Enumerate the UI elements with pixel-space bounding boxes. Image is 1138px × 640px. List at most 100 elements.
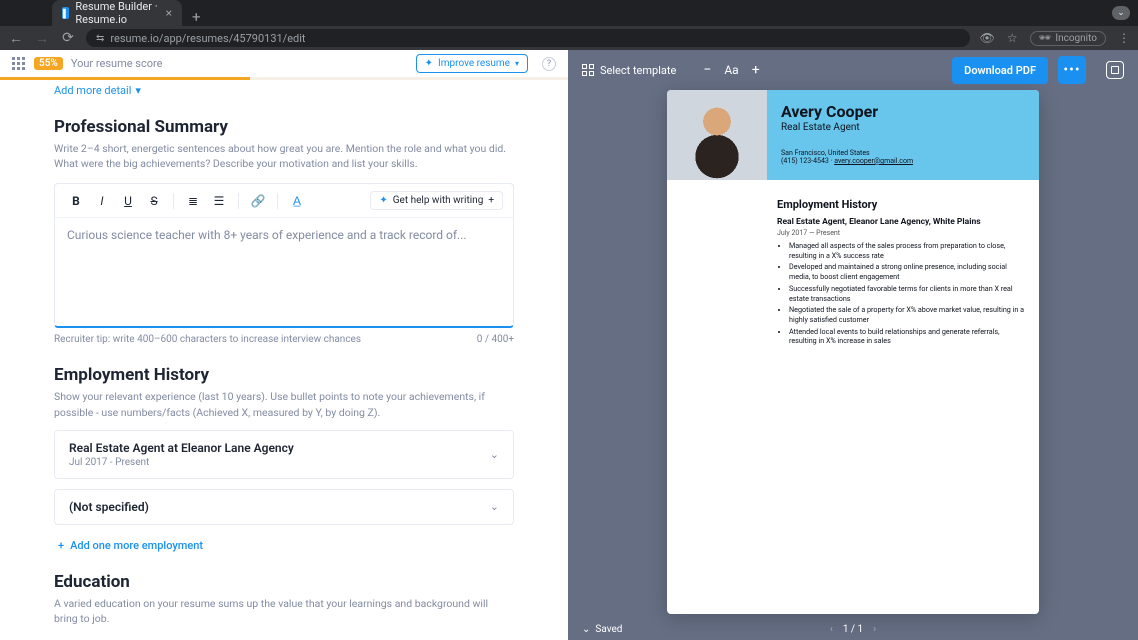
close-tab-icon[interactable]: × [166, 6, 172, 20]
resume-name: Avery Cooper [781, 102, 1025, 121]
score-text: Your resume score [71, 57, 163, 70]
eye-off-icon[interactable]: 👁 [980, 31, 995, 45]
ai-label: Get help with writing [393, 195, 484, 206]
add-employment-label: Add one more employment [70, 539, 203, 552]
chevron-down-icon: ▾ [135, 84, 141, 97]
separator [173, 193, 174, 209]
site-info-icon[interactable]: ⇆ [96, 33, 104, 44]
browser-tab[interactable]: ▌ Resume Builder · Resume.io × [52, 0, 182, 26]
add-more-detail-link[interactable]: Add more detail ▾ [54, 84, 514, 97]
prev-page-button[interactable]: ‹ [830, 624, 833, 635]
zoom-controls: − Aa + [700, 62, 762, 78]
chevron-down-icon: ▾ [515, 59, 519, 68]
resume-bullet: Attended local events to build relations… [789, 327, 1025, 346]
zoom-in-button[interactable]: + [749, 62, 763, 78]
improve-label: Improve resume [438, 58, 510, 69]
separator [238, 193, 239, 209]
incognito-badge[interactable]: 🕶 Incognito [1030, 31, 1106, 46]
forward-button[interactable]: → [34, 30, 50, 47]
new-tab-button[interactable]: + [182, 8, 211, 26]
url-text: resume.io/app/resumes/45790131/edit [110, 32, 305, 45]
underline-button[interactable]: U [117, 190, 139, 212]
employment-item[interactable]: (Not specified) ⌄ [54, 489, 514, 525]
more-options-button[interactable]: ••• [1058, 56, 1086, 84]
chevron-down-icon: ⌄ [490, 500, 499, 513]
incognito-label: Incognito [1055, 33, 1097, 44]
next-page-button[interactable]: › [873, 624, 876, 635]
resume-page: Avery Cooper Real Estate Agent San Franc… [667, 90, 1039, 614]
window-expand-icon[interactable]: ⌄ [1112, 6, 1130, 20]
apps-icon[interactable] [12, 57, 26, 71]
browser-chrome: ⌄ ▌ Resume Builder · Resume.io × + ← → ⟳… [0, 0, 1138, 50]
separator [277, 193, 278, 209]
bookmark-icon[interactable]: ☆ [1007, 31, 1018, 45]
resume-photo [667, 90, 767, 180]
add-employment-button[interactable]: + Add one more employment [54, 539, 514, 552]
reload-button[interactable]: ⟳ [60, 30, 76, 46]
resume-section-title: Employment History [777, 198, 1025, 211]
strike-button[interactable]: S [143, 190, 165, 212]
resume-email: avery.cooper@gmail.com [834, 157, 913, 165]
style-button[interactable]: A̲ [286, 190, 308, 212]
page-indicator: 1 / 1 [843, 624, 863, 635]
education-description: A varied education on your resume sums u… [54, 596, 514, 626]
resume-bullet: Successfully negotiated favorable terms … [789, 284, 1025, 303]
resume-bullet: Managed all aspects of the sales process… [789, 241, 1025, 260]
select-template-label: Select template [600, 64, 676, 77]
editor-toolbar: B I U S ≣ ☰ 🔗 A̲ ✦ Get help with writing… [55, 184, 513, 218]
back-button[interactable]: ← [8, 30, 24, 47]
bold-button[interactable]: B [65, 190, 87, 212]
saved-indicator[interactable]: ⌄ Saved [582, 624, 622, 635]
add-detail-label: Add more detail [54, 84, 131, 97]
employment-item-title: (Not specified) [69, 500, 149, 514]
resume-bullet: Developed and maintained a strong online… [789, 262, 1025, 281]
employment-item-dates: Jul 2017 - Present [69, 457, 294, 468]
font-size-icon: Aa [724, 63, 738, 77]
tab-strip: ▌ Resume Builder · Resume.io × + [0, 0, 1138, 26]
zoom-out-button[interactable]: − [700, 62, 714, 78]
employment-item[interactable]: Real Estate Agent at Eleanor Lane Agency… [54, 430, 514, 479]
favicon-icon: ▌ [62, 7, 69, 19]
ai-help-button[interactable]: ✦ Get help with writing + [370, 191, 503, 210]
employment-title: Employment History [54, 365, 514, 385]
plus-icon: + [58, 539, 64, 552]
char-counter: 0 / 400+ [477, 334, 514, 345]
resume-bullet: Negotiated the sale of a property for X%… [789, 305, 1025, 324]
link-button[interactable]: 🔗 [247, 190, 269, 212]
resume-job-dates: July 2017 — Present [777, 229, 1025, 237]
grid-icon [582, 64, 594, 76]
download-pdf-button[interactable]: Download PDF [952, 57, 1048, 84]
sparkle-icon: ✦ [379, 195, 387, 206]
chevron-down-icon: ⌄ [490, 448, 499, 461]
address-bar[interactable]: ⇆ resume.io/app/resumes/45790131/edit [86, 29, 970, 47]
help-icon[interactable]: ? [542, 57, 556, 71]
browser-toolbar: ← → ⟳ ⇆ resume.io/app/resumes/45790131/e… [0, 26, 1138, 50]
employment-item-title: Real Estate Agent at Eleanor Lane Agency [69, 441, 294, 455]
summary-textarea[interactable]: Curious science teacher with 8+ years of… [55, 218, 513, 326]
settings-icon[interactable] [1106, 61, 1124, 79]
resume-location: San Francisco, United States [781, 149, 870, 157]
improve-resume-button[interactable]: ✦ Improve resume ▾ [416, 54, 528, 73]
chevron-down-icon: ⌄ [582, 624, 590, 635]
resume-contact: San Francisco, United States (415) 123-4… [781, 149, 1025, 165]
numbered-list-button[interactable]: ≣ [182, 190, 204, 212]
summary-editor: B I U S ≣ ☰ 🔗 A̲ ✦ Get help with writing… [54, 183, 514, 328]
select-template-button[interactable]: Select template [582, 64, 676, 77]
page-navigator: ‹ 1 / 1 › [830, 624, 876, 635]
education-title: Education [54, 572, 514, 592]
summary-description: Write 2–4 short, energetic sentences abo… [54, 141, 514, 171]
plus-icon: + [488, 195, 494, 206]
preview-panel: Select template − Aa + Download PDF ••• … [568, 50, 1138, 640]
tab-title: Resume Builder · Resume.io [75, 0, 159, 26]
incognito-icon: 🕶 [1039, 33, 1052, 44]
resume-role: Real Estate Agent [781, 122, 1025, 133]
bullet-list-button[interactable]: ☰ [208, 190, 230, 212]
summary-placeholder: Curious science teacher with 8+ years of… [67, 228, 467, 242]
preview-footer: ⌄ Saved ‹ 1 / 1 › [568, 618, 1138, 640]
resume-job-title: Real Estate Agent, Eleanor Lane Agency, … [777, 217, 1025, 227]
employment-description: Show your relevant experience (last 10 y… [54, 389, 514, 419]
italic-button[interactable]: I [91, 190, 113, 212]
saved-label: Saved [595, 624, 622, 635]
score-bar: 55% Your resume score ✦ Improve resume ▾… [0, 50, 568, 80]
browser-menu-icon[interactable]: ⋮ [1118, 31, 1130, 45]
